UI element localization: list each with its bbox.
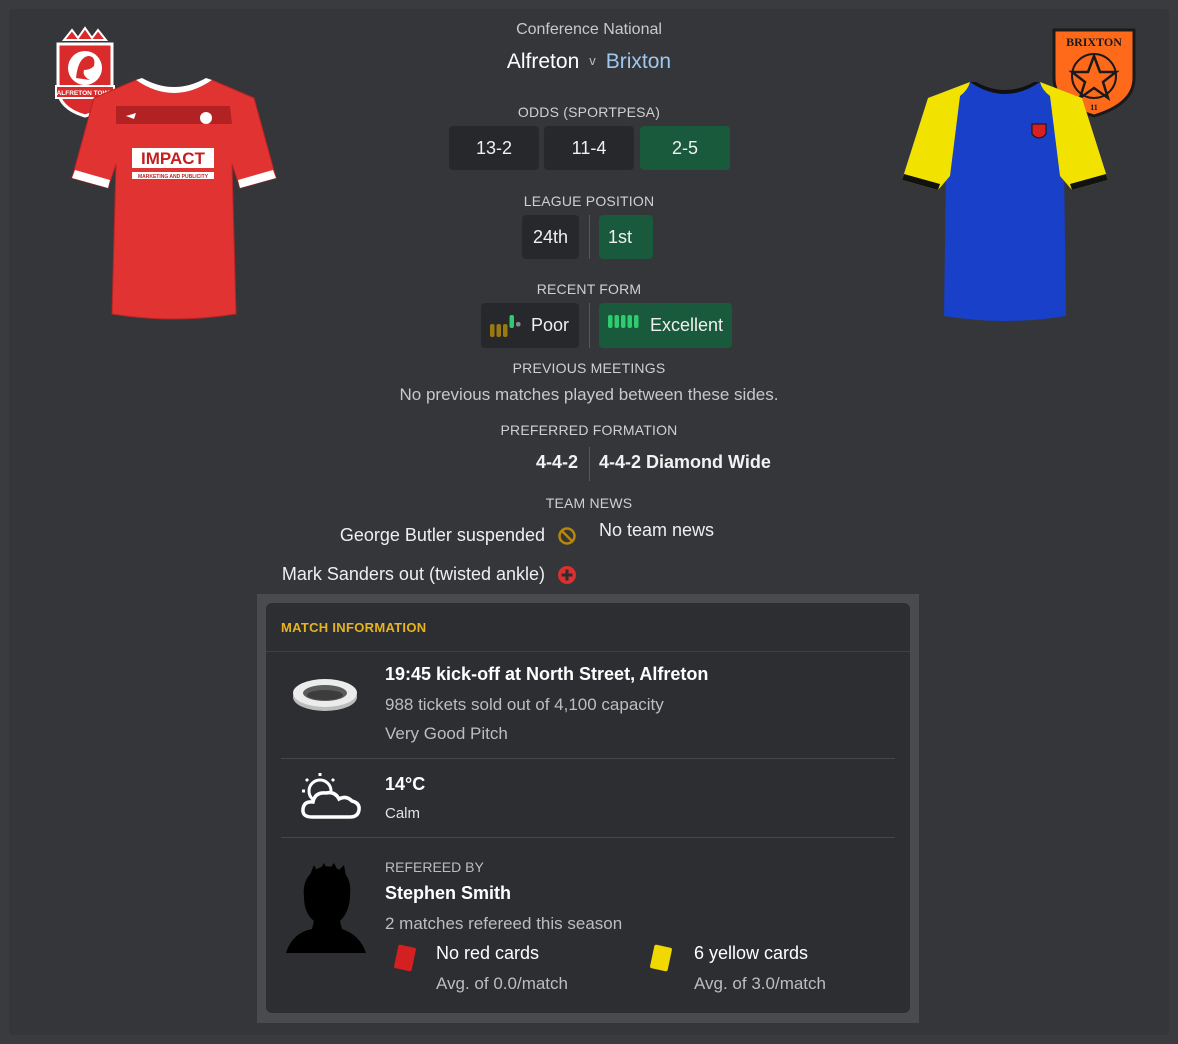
position-divider (589, 215, 590, 259)
away-league-position-value: 1st (608, 226, 633, 247)
weather-cloudy-icon (301, 773, 361, 819)
odds-away-box[interactable]: 2-5 (640, 126, 730, 170)
odds-draw-value: 11-4 (571, 137, 607, 158)
home-shirt-sponsor-sub: MARKETING AND PUBLICITY (138, 174, 209, 180)
form-trend-poor-icon (490, 314, 521, 337)
weather-divider (281, 837, 895, 838)
yellow-cards-average: Avg. of 3.0/match (694, 974, 826, 993)
away-team-news: No team news (599, 520, 715, 540)
competition-name[interactable]: Conference National (0, 21, 1178, 39)
home-news-item[interactable]: George Butler suspended (340, 525, 545, 546)
form-divider (589, 303, 590, 348)
red-cards-average: Avg. of 0.0/match (436, 974, 568, 993)
home-formation: 4-4-2 (535, 452, 578, 472)
stadium-icon (293, 679, 357, 711)
kickoff-venue-text[interactable]: 19:45 kick-off at North Street, Alfreton (385, 664, 708, 685)
referee-silhouette-icon[interactable] (284, 861, 368, 953)
home-form-value: Poor (531, 315, 570, 335)
refereed-by-label: REFEREED BY (385, 859, 484, 875)
red-cards-text: No red cards (436, 943, 540, 963)
red-card-icon (394, 944, 416, 972)
odds-home-box[interactable]: 13-2 (449, 126, 539, 170)
referee-matches-text: 2 matches refereed this season (385, 914, 623, 933)
preferred-formation-label: PREFERRED FORMATION (500, 422, 678, 438)
temperature-text: 14°C (385, 774, 426, 794)
yellow-card-icon (650, 944, 672, 972)
form-trend-excellent-icon (608, 314, 639, 328)
odds-draw-box[interactable]: 11-4 (544, 126, 634, 170)
weather-condition-text: Calm (385, 805, 421, 822)
tickets-text: 988 tickets sold out of 4,100 capacity (385, 695, 664, 714)
odds-label: ODDS (SPORTPESA) (517, 104, 661, 120)
away-team-link[interactable]: Brixton (606, 50, 671, 73)
odds-home-value: 13-2 (475, 137, 513, 158)
recent-form-label: RECENT FORM (536, 281, 642, 297)
home-news-text: Mark Sanders out (twisted ankle) (281, 564, 545, 584)
pitch-condition-text: Very Good Pitch (385, 724, 508, 743)
venue-divider (281, 758, 895, 759)
match-information-header-divider (266, 651, 910, 652)
yellow-cards-text: 6 yellow cards (694, 943, 809, 963)
previous-meetings-label: PREVIOUS MEETINGS (512, 360, 666, 376)
home-form-box[interactable]: Poor (481, 303, 579, 348)
formation-divider (589, 447, 590, 481)
away-league-position[interactable]: 1st (599, 215, 653, 259)
injury-icon (558, 566, 576, 584)
home-league-position-value: 24th (532, 226, 569, 247)
away-form-value: Excellent (650, 315, 724, 335)
away-formation: 4-4-2 Diamond Wide (599, 452, 771, 472)
league-position-label: LEAGUE POSITION (523, 193, 655, 209)
referee-name[interactable]: Stephen Smith (385, 883, 511, 904)
home-news-text: George Butler suspended (339, 525, 545, 545)
match-information-title: MATCH INFORMATION (281, 620, 427, 635)
home-team-link[interactable]: Alfreton (507, 50, 579, 73)
home-news-item[interactable]: Mark Sanders out (twisted ankle) (282, 564, 545, 585)
home-league-position[interactable]: 24th (522, 215, 579, 259)
versus-label: v (589, 53, 596, 68)
odds-away-value: 2-5 (671, 137, 698, 158)
fixture-title: Alfreton v Brixton (0, 50, 1178, 74)
match-information-panel: MATCH INFORMATION 19:45 kick-off at Nort… (266, 603, 910, 1013)
home-shirt-sponsor: IMPACT (141, 149, 206, 168)
team-news-label: TEAM NEWS (545, 495, 633, 511)
suspended-icon (558, 527, 576, 545)
away-form-box[interactable]: Excellent (599, 303, 732, 348)
previous-meetings-text: No previous matches played between these… (399, 385, 779, 404)
